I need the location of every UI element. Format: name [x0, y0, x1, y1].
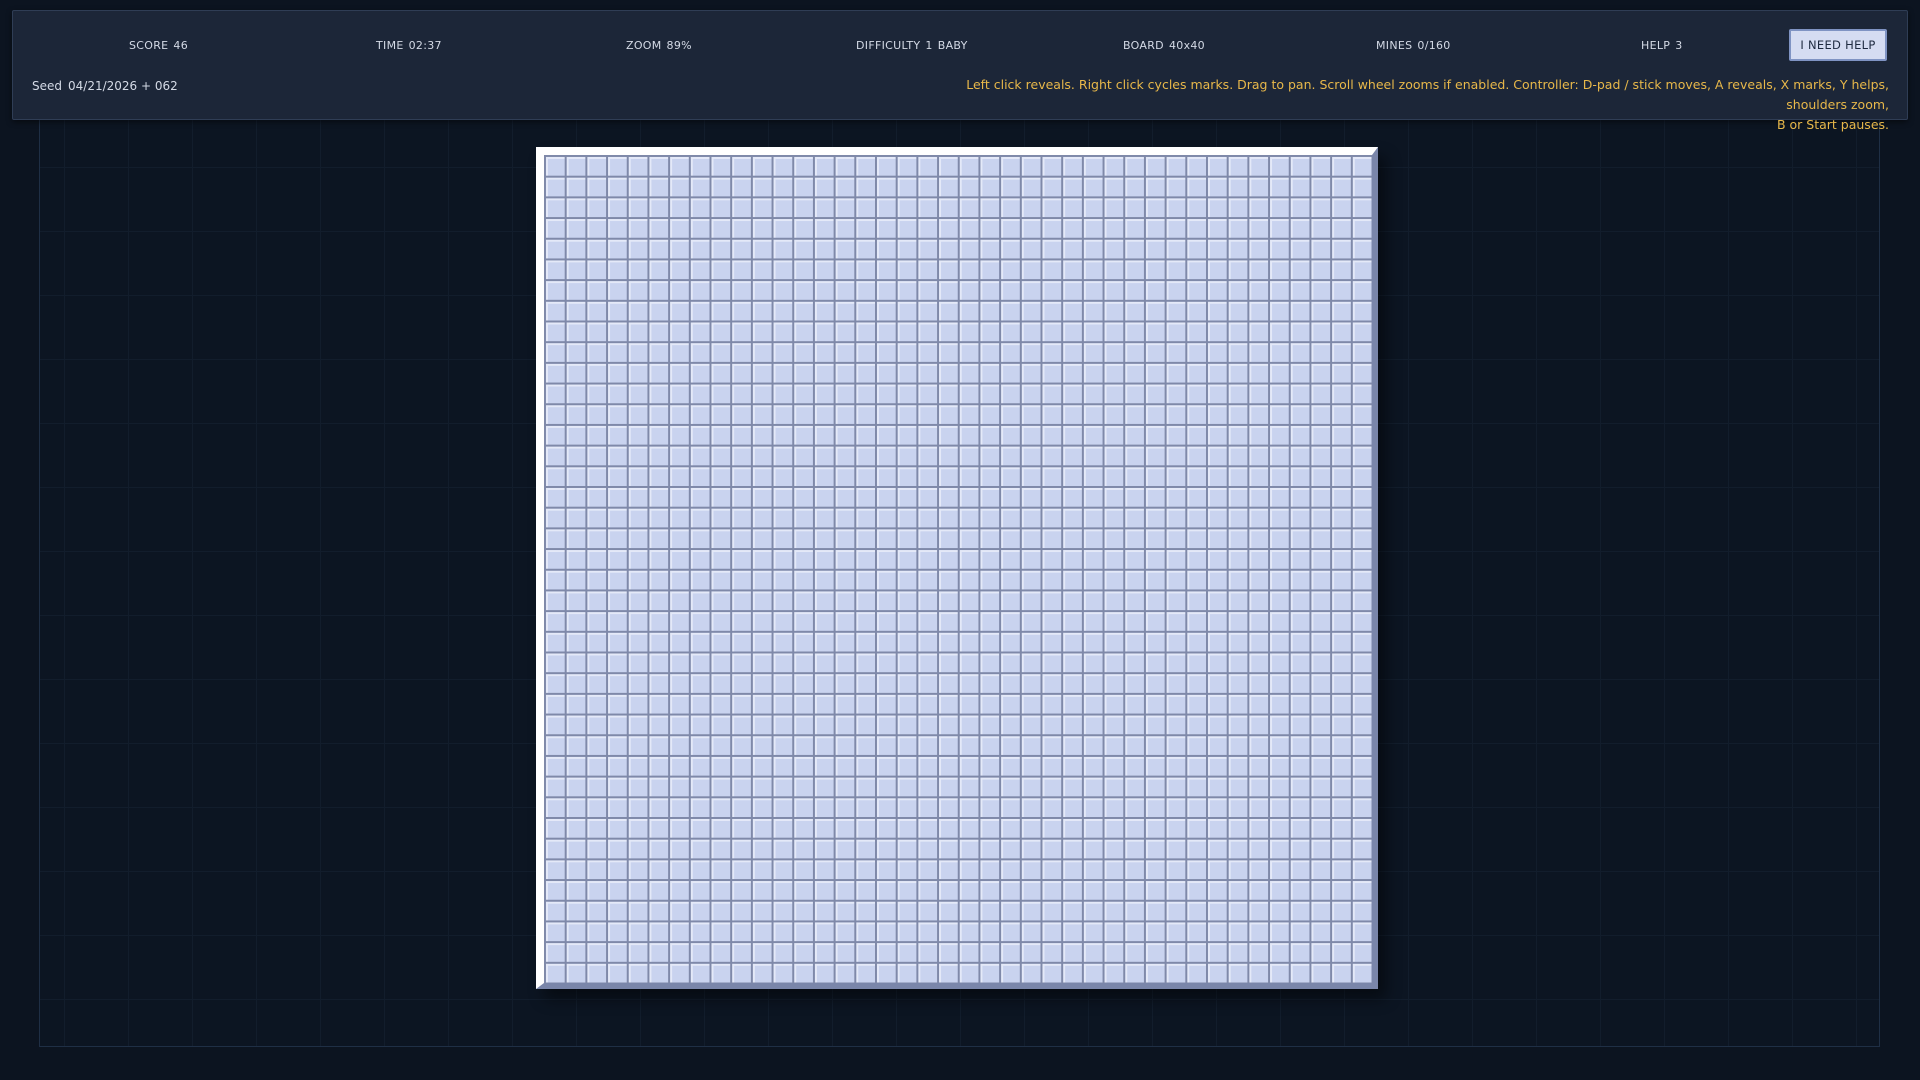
- difficulty-label: DIFFICULTY: [856, 39, 921, 52]
- score-label: SCORE: [129, 39, 169, 52]
- seed-display: Seed 04/21/2026 + 062: [32, 79, 178, 93]
- help-stat: HELP 3: [1641, 39, 1683, 52]
- zoom-value: 89%: [666, 39, 692, 52]
- hud-panel: SCORE 46 TIME 02:37 ZOOM 89% DIFFICULTY 1 BAB…: [12, 10, 1908, 132]
- time-label: TIME: [376, 39, 404, 52]
- seed-value: 04/21/2026 + 062: [68, 79, 178, 93]
- board-label: BOARD: [1123, 39, 1164, 52]
- difficulty-stat: DIFFICULTY 1 BABY: [856, 39, 968, 52]
- board-value: 40x40: [1168, 39, 1205, 52]
- zoom-stat: ZOOM 89%: [626, 39, 692, 52]
- seed-label: Seed: [32, 79, 62, 93]
- help-value: 3: [1675, 39, 1683, 52]
- score-stat: SCORE 46: [129, 39, 188, 52]
- difficulty-name: BABY: [937, 39, 968, 52]
- help-label: HELP: [1641, 39, 1671, 52]
- mines-value: 0/160: [1417, 39, 1451, 52]
- time-value: 02:37: [408, 39, 442, 52]
- instructions-line-2: B or Start pauses.: [1776, 117, 1889, 132]
- need-help-button[interactable]: I NEED HELP: [1789, 29, 1887, 61]
- controls-instructions: Left click reveals. Right click cycles m…: [909, 75, 1889, 135]
- cell-grid[interactable]: [544, 155, 1372, 983]
- mines-stat: MINES 0/160: [1376, 39, 1451, 52]
- zoom-label: ZOOM: [626, 39, 662, 52]
- score-value: 46: [173, 39, 189, 52]
- time-stat: TIME 02:37: [376, 39, 442, 52]
- minesweeper-board[interactable]: [536, 147, 1378, 989]
- board-stat: BOARD 40x40: [1123, 39, 1205, 52]
- instructions-line-1: Left click reveals. Right click cycles m…: [966, 77, 1889, 112]
- mines-label: MINES: [1376, 39, 1413, 52]
- game-screen: SCORE 46 TIME 02:37 ZOOM 89% DIFFICULTY 1 BAB…: [0, 0, 1920, 1080]
- difficulty-value: 1: [925, 39, 933, 52]
